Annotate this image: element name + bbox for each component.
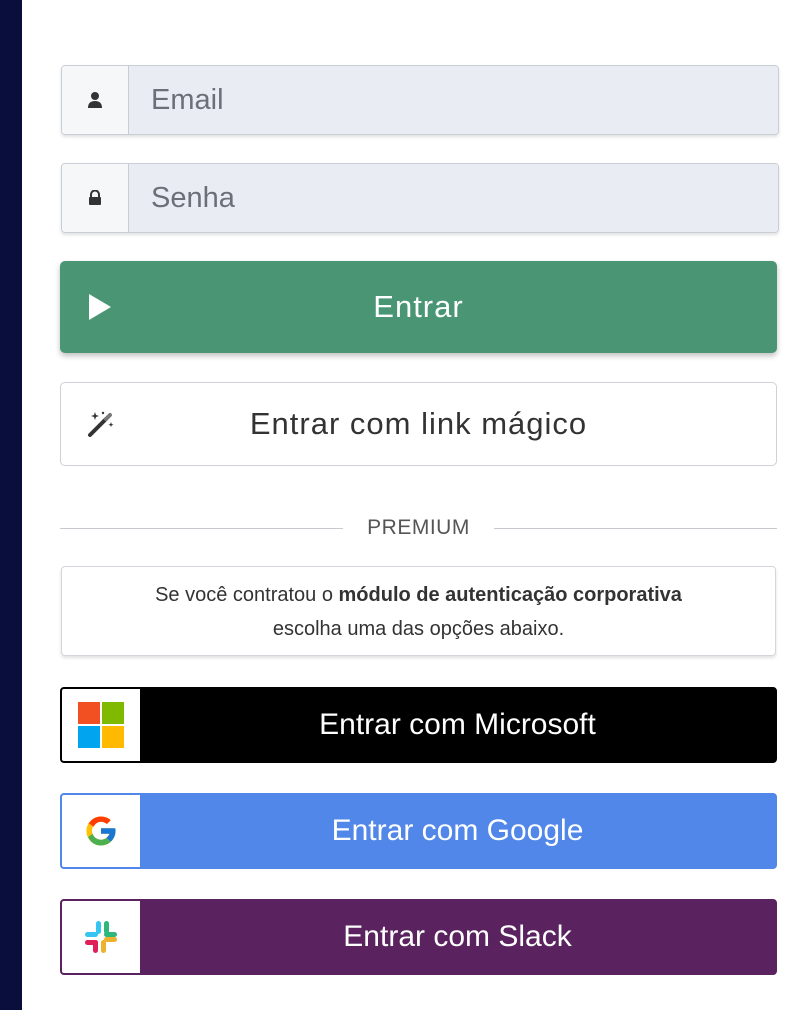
google-logo-icon [62, 795, 140, 867]
notice-line-1: Se você contratou o módulo de autenticaç… [62, 578, 775, 612]
magic-wand-icon [61, 409, 141, 439]
password-input[interactable] [129, 164, 778, 232]
divider-line-right [493, 527, 778, 529]
slack-logo-icon [62, 901, 140, 973]
magic-link-button-label: Entrar com link mágico [249, 406, 588, 441]
submit-button[interactable]: Entrar [60, 261, 777, 353]
google-login-button[interactable]: Entrar com Google [60, 793, 777, 869]
email-field[interactable] [61, 65, 779, 135]
login-card: Entrar Entrar com link mágico PREMIUM Se… [22, 0, 802, 1010]
divider-line-left [60, 527, 344, 529]
magic-link-button[interactable]: Entrar com link mágico [60, 382, 777, 466]
premium-divider: PREMIUM [60, 510, 778, 546]
lock-icon [62, 164, 129, 232]
microsoft-login-button[interactable]: Entrar com Microsoft [60, 687, 777, 763]
microsoft-logo-icon [62, 689, 140, 761]
notice-bold: módulo de autenticação corporativa [338, 584, 682, 606]
notice-prefix: Se você contratou o [155, 584, 339, 606]
google-login-label: Entrar com Google [331, 814, 584, 847]
user-icon [62, 66, 129, 134]
email-input[interactable] [129, 66, 778, 134]
notice-line-2: escolha uma das opções abaixo. [272, 618, 565, 640]
play-icon [60, 293, 140, 321]
premium-label: PREMIUM [367, 516, 470, 539]
microsoft-login-label: Entrar com Microsoft [319, 708, 596, 741]
slack-login-button[interactable]: Entrar com Slack [60, 899, 777, 975]
password-field[interactable] [61, 163, 779, 233]
submit-button-label: Entrar [373, 289, 464, 324]
slack-login-label: Entrar com Slack [343, 920, 572, 953]
premium-notice: Se você contratou o módulo de autenticaç… [61, 566, 776, 656]
